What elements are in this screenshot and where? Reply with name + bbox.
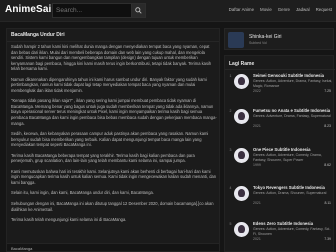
divider	[225, 69, 335, 70]
anime-year: 1999	[253, 163, 261, 167]
anime-rating: 7.25	[324, 89, 331, 93]
anime-rating: 7.39	[324, 237, 331, 241]
nav-movie[interactable]: Movie	[260, 7, 272, 12]
promo-thumbnail	[228, 32, 244, 48]
article-footer: BacaManga	[7, 243, 219, 251]
rank-number: 2	[229, 109, 232, 113]
list-item[interactable]: 2 Fumetsu no Anata e Subtitle Indonesia …	[225, 108, 335, 138]
anime-genres: Genres: Action, Adventure, Comedy, Drama…	[253, 153, 322, 162]
list-item[interactable]: 3 One Piece Subtitle Indonesia Genres: A…	[225, 147, 335, 177]
article-paragraph: Kami memutuskan bahwa hari ini terakhir …	[11, 168, 217, 185]
top-navbar: AnimeSail Daftar Anime Movie Genre Jadwa…	[0, 0, 336, 22]
anime-title[interactable]: Seimei Gensouki Subtitle Indonesia	[253, 73, 333, 78]
search-icon	[135, 7, 142, 14]
rank-number: 4	[229, 186, 232, 190]
article-paragraph: "Kenapa tidak pasang iklan saja?" , ikla…	[11, 98, 217, 126]
anime-thumbnail	[234, 148, 249, 163]
promo-title: Shinka-kei Giri	[249, 34, 282, 40]
anime-title[interactable]: Tokyo Revengers Subtitle Indonesia	[253, 185, 333, 190]
nav-jadwal[interactable]: Jadwal	[296, 7, 310, 12]
anime-thumbnail	[234, 222, 249, 237]
search-input[interactable]	[52, 3, 132, 18]
article-paragraph: Sehubungan dengan ini, BacaManga ini aka…	[11, 201, 214, 212]
list-item[interactable]: 5 Edens Zero Subtitle Indonesia Genres: …	[225, 221, 335, 251]
rank-number: 1	[229, 74, 232, 78]
anime-rating: 8.11	[324, 201, 331, 205]
article-paragraph: Terima kasih telah mengunjungi kami sela…	[11, 217, 127, 223]
sidebar: Shinka-kei Giri Subbed Vol Lagi Rame 1 S…	[224, 28, 335, 252]
list-item[interactable]: 1 Seimei Gensouki Subtitle Indonesia Gen…	[225, 73, 335, 103]
anime-genres: Genres: Action, Drama, Shounen, Supernat…	[253, 191, 327, 195]
sidebar-promo-card[interactable]: Shinka-kei Giri Subbed Vol	[224, 28, 334, 50]
promo-subtitle: Subbed Vol	[249, 41, 267, 45]
anime-title[interactable]: Fumetsu no Anata e Subtitle Indonesia	[253, 108, 333, 113]
anime-title[interactable]: Edens Zero Subtitle Indonesia	[253, 221, 333, 226]
search-button[interactable]	[132, 3, 146, 18]
anime-genres: Genres: Action, Adventure, Drama, Fantas…	[253, 79, 333, 88]
anime-rating: 8.62	[324, 163, 331, 167]
article-panel: BacaManga Undur Diri Sudah hampir 2 tahu…	[6, 28, 220, 252]
anime-rating: 8.23	[324, 124, 331, 128]
anime-thumbnail	[234, 186, 249, 201]
article-title: BacaManga Undur Diri	[11, 32, 65, 38]
main-nav: Daftar Anime Movie Genre Jadwal Request	[229, 7, 332, 12]
anime-genres: Genres: Adventure, Drama, Fantasy, Super…	[253, 114, 331, 118]
article-paragraph: Sedih, kecewa, dan kebanyakan perasaan c…	[11, 131, 209, 148]
anime-genres: Genres: Action, Adventure, Comedy, Fanta…	[253, 227, 331, 236]
footer-link[interactable]: BacaManga	[11, 246, 32, 251]
nav-request[interactable]: Request	[316, 7, 332, 12]
popular-heading: Lagi Rame	[229, 61, 255, 67]
list-item[interactable]: 4 Tokyo Revengers Subtitle Indonesia Gen…	[225, 185, 335, 215]
anime-year: 2021	[253, 237, 261, 241]
article-paragraph: Namun dikarenakan dipengaruhinya tahun i…	[11, 76, 207, 93]
site-logo[interactable]: AnimeSail	[5, 4, 54, 15]
anime-thumbnail	[234, 109, 249, 124]
popular-list-panel: Lagi Rame 1 Seimei Gensouki Subtitle Ind…	[224, 55, 335, 252]
anime-thumbnail	[234, 74, 249, 89]
divider	[7, 41, 219, 42]
nav-daftar-anime[interactable]: Daftar Anime	[229, 7, 254, 12]
article-paragraph: Selain itu, kami ingin, dan kami, BacaMa…	[11, 190, 154, 196]
anime-year: 2022	[253, 89, 261, 93]
rank-number: 3	[229, 148, 232, 152]
nav-genre[interactable]: Genre	[278, 7, 290, 12]
article-paragraph: Sudah hampir 2 tahun kami kini melihat d…	[11, 44, 212, 72]
anime-title[interactable]: One Piece Subtitle Indonesia	[253, 147, 333, 152]
anime-year: 2021	[253, 124, 261, 128]
article-body: Sudah hampir 2 tahun kami kini melihat d…	[11, 44, 217, 228]
rank-number: 5	[229, 222, 232, 226]
anime-year: 2021	[253, 201, 261, 205]
article-paragraph: Terima kasih BacaManga beberapa tempat y…	[11, 152, 195, 164]
